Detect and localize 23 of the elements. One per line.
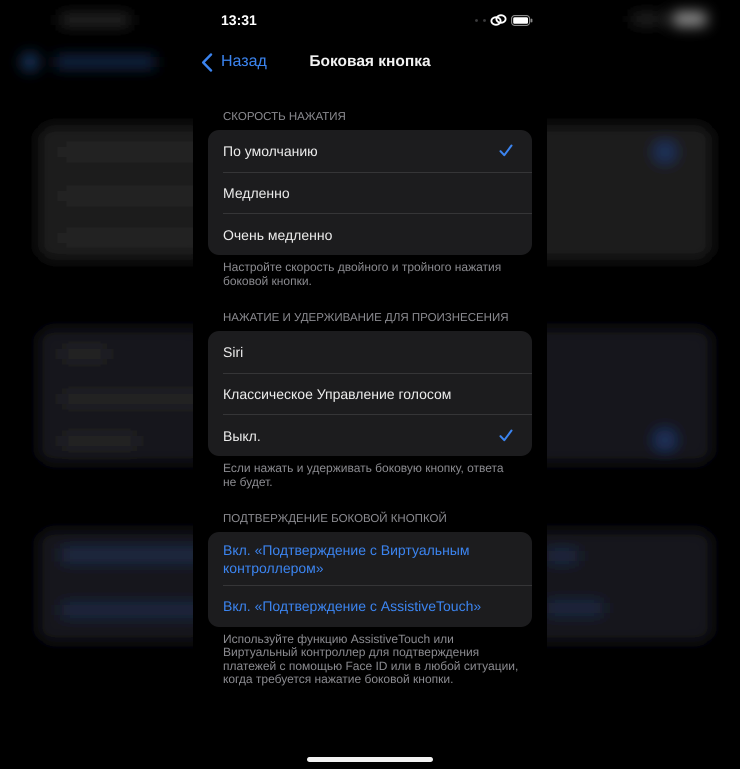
checkmark-icon (499, 144, 513, 158)
back-button[interactable]: Назад (193, 52, 267, 72)
option-row[interactable]: Медленно (223, 172, 532, 214)
checkmark-icon (499, 429, 513, 442)
section-header: НАЖАТИЕ И УДЕРЖИВАНИЕ ДЛЯ ПРОИЗНЕСЕНИЯ (222, 311, 510, 326)
option-row[interactable]: Siri (223, 331, 532, 373)
screen-title: Боковая кнопка (309, 52, 431, 72)
option-row[interactable]: Очень медленно (223, 213, 532, 256)
action-link[interactable]: Вкл. «Подтверждение с Виртуальным контроллером» (223, 532, 532, 586)
section-footnote: Если нажать и удерживать боковую кнопку, ответа не будет. (222, 462, 505, 490)
section-header: СКОРОСТЬ НАЖАТИЯ (222, 110, 347, 124)
link-icon (490, 14, 507, 26)
option-row[interactable]: По умолчанию (223, 130, 532, 172)
action-link[interactable]: Вкл. «Подтверждение с AssistiveTouch» (223, 585, 532, 627)
status-time: 13:31 (221, 11, 257, 29)
chevron-icon (201, 52, 213, 72)
section-footnote: Используйте функцию AssistiveTouch или Виртуальный контроллер для подтверждения платежей с помощью Face ID или в любой ситуации, когда требуется нажатие боковой кнопки. (222, 632, 520, 687)
section-header: ПОДТВЕРЖДЕНИЕ БОКОВОЙ КНОПКОЙ (222, 512, 448, 526)
option-row[interactable]: Выкл. (223, 414, 532, 456)
option-row[interactable]: Классическое Управление голосом (223, 372, 532, 414)
battery-icon (511, 14, 533, 26)
section-footnote: Настройте скорость двойного и тройного нажатия боковой кнопки. (222, 261, 502, 288)
signal-dots-icon (475, 18, 486, 22)
